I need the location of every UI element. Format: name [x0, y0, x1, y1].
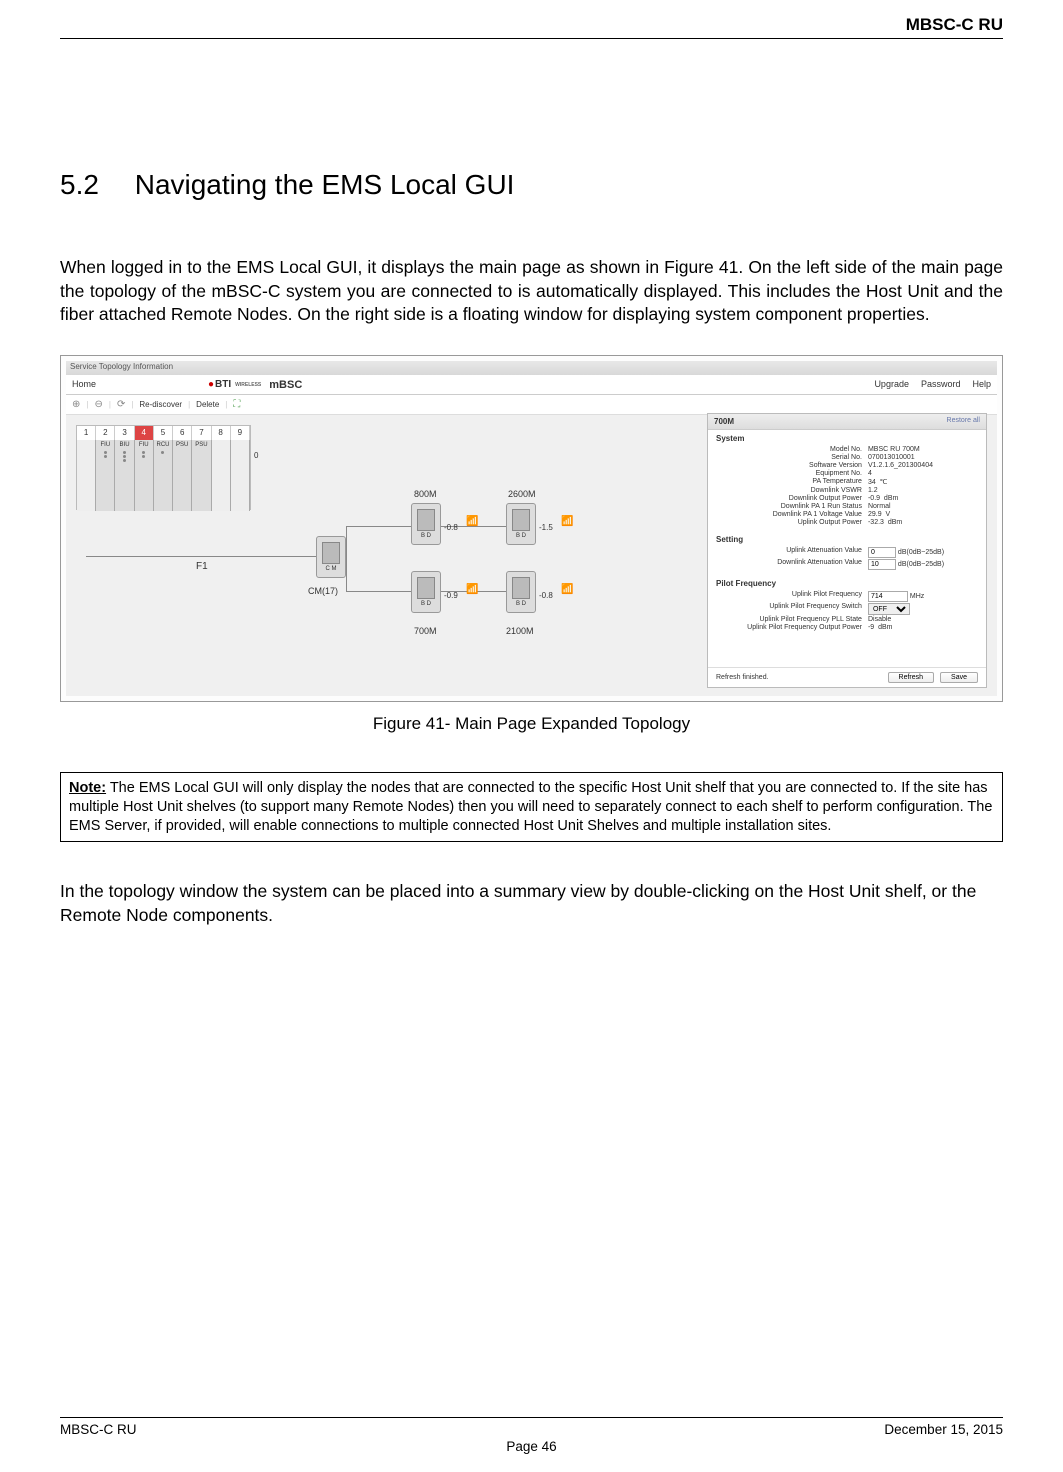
antenna-icon: 📶	[466, 584, 478, 595]
pilot-freq-input[interactable]	[868, 591, 908, 602]
card-psu-6[interactable]: PSU	[173, 440, 192, 511]
brand-name: BTI	[208, 379, 231, 390]
footer-left: MBSC-C RU	[60, 1422, 137, 1437]
panel-title: 700M	[714, 417, 734, 426]
tree-icon[interactable]: ⛶	[233, 399, 240, 410]
slot-3[interactable]: 3	[115, 426, 134, 440]
slot-5[interactable]: 5	[154, 426, 173, 440]
card-biu[interactable]: BIU	[115, 440, 134, 511]
power-2100m: -0.8	[539, 591, 553, 600]
panel-status: Refresh finished.	[716, 674, 769, 681]
pilot-section: Pilot Frequency Uplink Pilot Frequency M…	[708, 575, 986, 636]
delete-button[interactable]: Delete	[196, 400, 219, 409]
slot-9[interactable]: 9	[231, 426, 250, 440]
toolbar: ⊕ | ⊖ | ⟳ | Re-discover | Delete | ⛶	[66, 395, 997, 415]
node-800m[interactable]: B D	[411, 503, 441, 545]
properties-panel: 700M Restore all System Model No.MBSC RU…	[707, 413, 987, 688]
panel-footer: Refresh finished. Refresh Save	[708, 667, 986, 687]
slot-4[interactable]: 4	[135, 426, 154, 440]
antenna-icon: 📶	[466, 516, 478, 527]
node-2600m[interactable]: B D	[506, 503, 536, 545]
power-800m: -0.8	[444, 523, 458, 532]
header-title: MBSC-C RU	[906, 15, 1003, 34]
power-2600m: -1.5	[539, 523, 553, 532]
band-700m: 700M	[414, 626, 437, 636]
slot-2[interactable]: 2	[96, 426, 115, 440]
slot-7[interactable]: 7	[192, 426, 211, 440]
footer-page: Page 46	[60, 1439, 1003, 1454]
fiber-label: F1	[196, 561, 208, 572]
power-700m: -0.9	[444, 591, 458, 600]
band-2600m: 2600M	[508, 489, 536, 499]
node-700m[interactable]: B D	[411, 571, 441, 613]
setting-section: Setting Uplink Attenuation Value dB(0dB~…	[708, 531, 986, 575]
zoom-in-icon[interactable]: ⊕	[72, 399, 80, 410]
card-rcu[interactable]: RCU	[154, 440, 173, 511]
menu-home[interactable]: Home	[72, 379, 96, 389]
menubar: Home Upgrade Password Help	[66, 375, 997, 395]
shelf-port-label: 0	[254, 451, 258, 460]
node-cm[interactable]: C M	[316, 536, 346, 578]
menu-help[interactable]: Help	[972, 379, 991, 389]
product-name: mBSC	[269, 379, 302, 391]
screenshot-area: Service Topology Information Home Upgrad…	[66, 361, 997, 696]
section-title: Navigating the EMS Local GUI	[135, 169, 515, 200]
note-label: Note:	[69, 780, 106, 796]
page-footer: MBSC-C RU December 15, 2015 Page 46	[60, 1417, 1003, 1454]
window-title: Service Topology Information	[70, 362, 173, 371]
system-section: System Model No.MBSC RU 700M Serial No.0…	[708, 430, 986, 531]
intro-paragraph: When logged in to the EMS Local GUI, it …	[60, 256, 1003, 327]
window-titlebar: Service Topology Information	[66, 361, 997, 375]
menu-upgrade[interactable]: Upgrade	[874, 379, 909, 389]
antenna-icon: 📶	[561, 516, 573, 527]
figure-container: Service Topology Information Home Upgrad…	[60, 355, 1003, 702]
band-800m: 800M	[414, 489, 437, 499]
node-2100m[interactable]: B D	[506, 571, 536, 613]
band-2100m: 2100M	[506, 626, 534, 636]
pilot-switch-select[interactable]: OFF	[868, 603, 910, 615]
slot-6[interactable]: 6	[173, 426, 192, 440]
footer-right: December 15, 2015	[884, 1422, 1003, 1437]
topology-diagram: C M CM(17) 800M 2600M 700M 2100M B D -0.…	[286, 491, 616, 661]
figure-caption: Figure 41- Main Page Expanded Topology	[60, 714, 1003, 734]
brand-sub: WIRELESS	[235, 382, 261, 388]
card-1[interactable]	[77, 440, 96, 511]
section-heading: 5.2 Navigating the EMS Local GUI	[60, 169, 1003, 201]
cm-label: CM(17)	[308, 586, 338, 596]
card-fiu-4[interactable]: FIU	[135, 440, 154, 511]
restore-link[interactable]: Restore all	[947, 417, 980, 424]
slot-1[interactable]: 1	[77, 426, 96, 440]
slot-8[interactable]: 8	[212, 426, 231, 440]
closing-paragraph: In the topology window the system can be…	[60, 880, 1003, 927]
menu-password[interactable]: Password	[921, 379, 961, 389]
card-fiu-2[interactable]: FIU	[96, 440, 115, 511]
card-8[interactable]	[212, 440, 231, 511]
system-title: System	[716, 434, 978, 443]
save-button[interactable]: Save	[940, 672, 978, 683]
antenna-icon: 📶	[561, 584, 573, 595]
downlink-att-input[interactable]	[868, 559, 896, 570]
card-psu-7[interactable]: PSU	[192, 440, 211, 511]
brand-logo: BTI WIRELESS mBSC	[208, 379, 302, 391]
note-box: Note: The EMS Local GUI will only displa…	[60, 772, 1003, 843]
setting-title: Setting	[716, 535, 978, 544]
refresh-button[interactable]: Refresh	[888, 672, 935, 683]
pilot-title: Pilot Frequency	[716, 579, 978, 588]
rediscover-button[interactable]: Re-discover	[139, 400, 182, 409]
card-9[interactable]	[231, 440, 250, 511]
panel-header: 700M Restore all	[708, 414, 986, 430]
uplink-att-input[interactable]	[868, 547, 896, 558]
zoom-out-icon[interactable]: ⊖	[94, 399, 102, 410]
page-header: MBSC-C RU	[60, 0, 1003, 39]
section-number: 5.2	[60, 169, 99, 200]
refresh-icon[interactable]: ⟳	[117, 399, 125, 410]
host-unit-shelf[interactable]: 1 2 3 4 5 6 7 8 9 FIU BIU FIU RCU PSU PS…	[76, 425, 251, 510]
note-text: The EMS Local GUI will only display the …	[69, 780, 992, 834]
